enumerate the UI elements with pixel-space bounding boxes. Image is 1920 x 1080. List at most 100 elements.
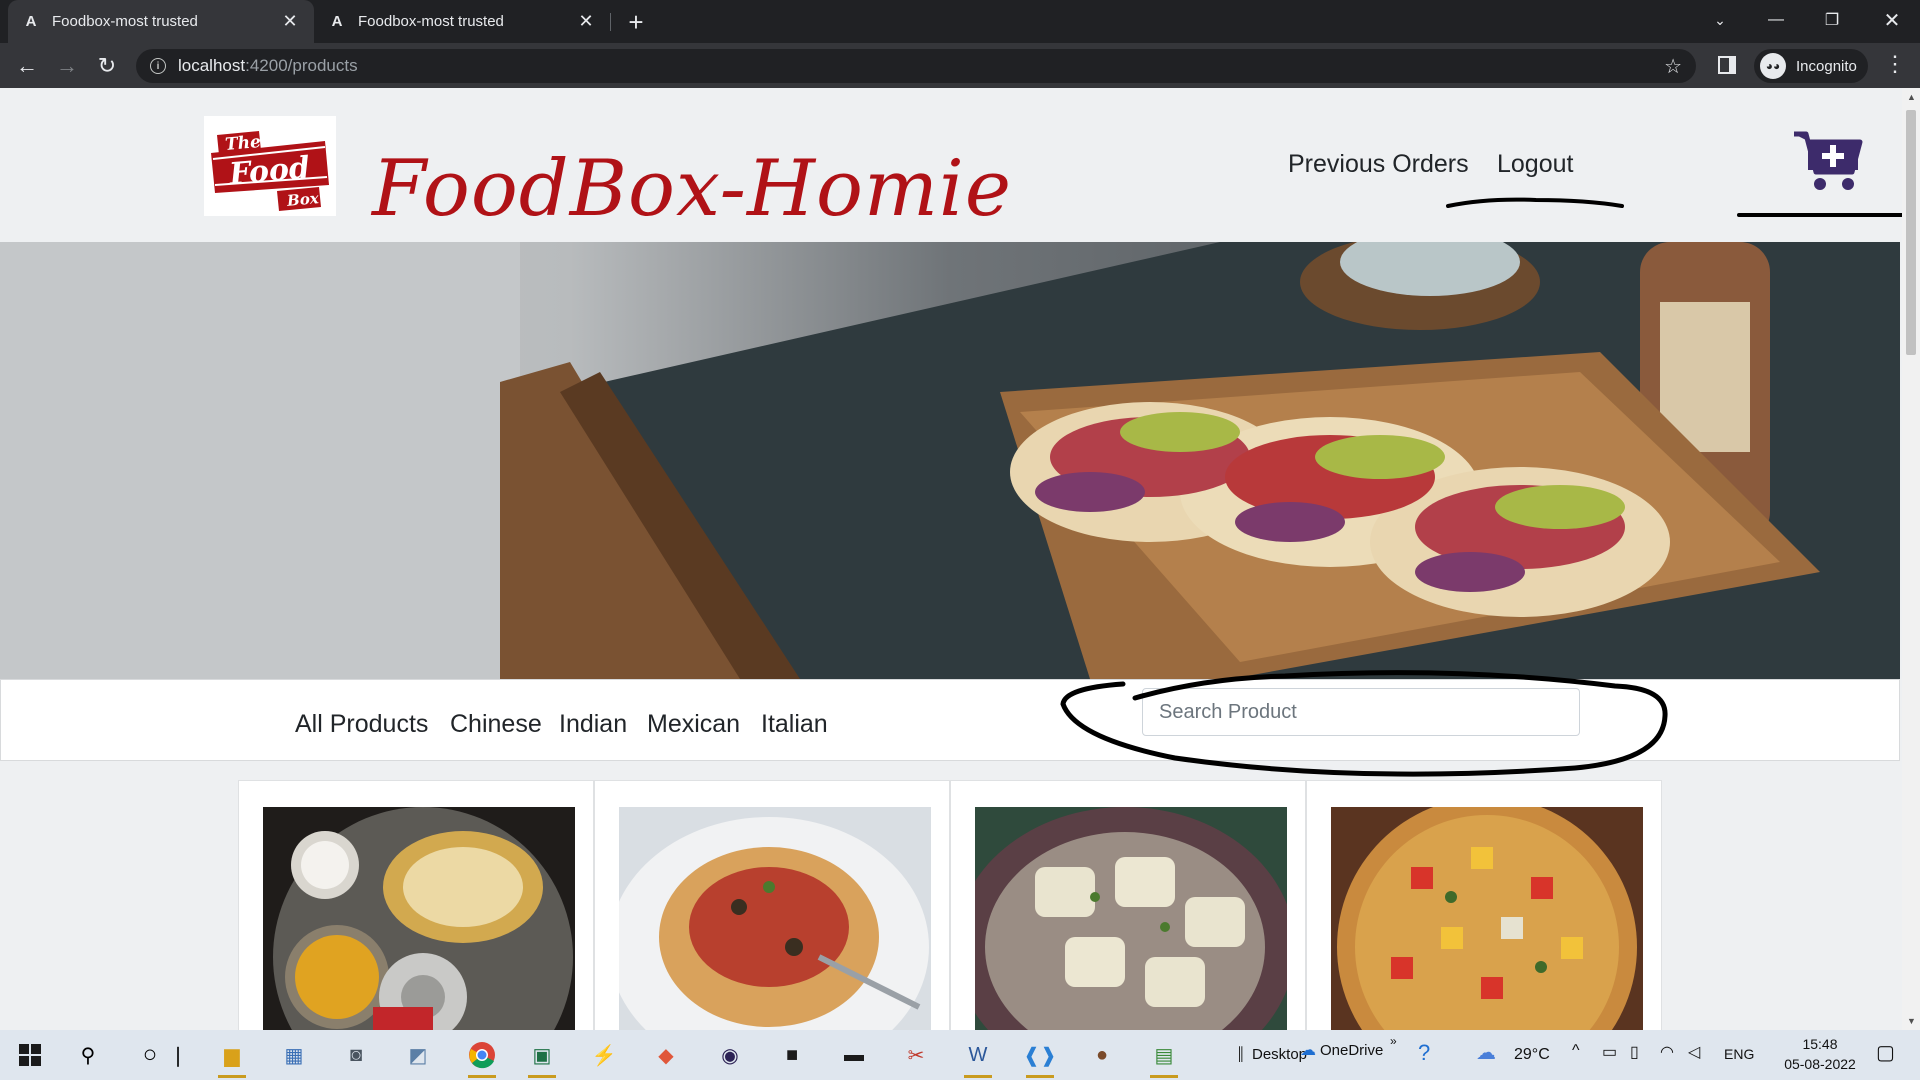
cart-annotation-underline xyxy=(1737,213,1910,217)
close-icon[interactable]: ✕ xyxy=(280,11,300,32)
eclipse-icon[interactable]: ◉ xyxy=(712,1038,748,1072)
word-icon[interactable]: W xyxy=(960,1038,996,1078)
chrome-icon[interactable] xyxy=(464,1038,500,1078)
power-automate-icon[interactable]: ⚡ xyxy=(586,1038,622,1072)
category-chinese[interactable]: Chinese xyxy=(450,710,542,739)
scrollbar-thumb[interactable] xyxy=(1906,110,1916,355)
url-host: localhost xyxy=(178,56,246,75)
url-path: :4200/products xyxy=(245,56,358,75)
bookmark-star-icon[interactable]: ☆ xyxy=(1664,54,1682,79)
search-annotation-circle xyxy=(1060,670,1668,777)
browser-tab-active[interactable]: A Foodbox-most trusted ✕ xyxy=(8,0,314,43)
scroll-up-arrow-icon[interactable]: ▲ xyxy=(1907,92,1916,102)
previous-orders-link[interactable]: Previous Orders xyxy=(1288,150,1469,179)
terminal-icon[interactable]: ■ xyxy=(774,1038,810,1072)
foodbox-logo-graphic: The Food Box xyxy=(211,131,329,211)
notification-icon[interactable]: ▢ xyxy=(1876,1040,1895,1065)
image-editor-icon[interactable]: ▤ xyxy=(1146,1038,1182,1078)
product-card[interactable] xyxy=(238,780,594,1030)
windows-taskbar: ⚲ ○ ❘ ▆ ▦ ◙ ◩ ▣ ⚡ ◆ ◉ ■ ▬ ✂ W ❰❱ ● ▤ ║ D… xyxy=(0,1030,1920,1080)
tab-title: Foodbox-most trusted xyxy=(358,13,504,30)
ravioli-image[interactable] xyxy=(975,807,1287,1030)
page-viewport: The Food Box FoodBox-Homie Previous Orde… xyxy=(0,88,1920,1030)
chevron-up-icon[interactable]: ^ xyxy=(1572,1042,1580,1060)
product-card[interactable] xyxy=(1306,780,1662,1030)
browser-tab-strip: A Foodbox-most trusted ✕ A Foodbox-most … xyxy=(0,0,1920,43)
desktop-toolbar-label[interactable]: Desktop xyxy=(1252,1046,1307,1063)
product-card[interactable] xyxy=(594,780,950,1030)
category-italian[interactable]: Italian xyxy=(761,710,828,739)
logo-text-food: Food xyxy=(227,150,311,192)
browser-tab[interactable]: A Foodbox-most trusted ✕ xyxy=(314,0,610,43)
toolbar-overflow-icon[interactable]: » xyxy=(1390,1034,1397,1048)
add-to-cart-icon[interactable] xyxy=(1792,128,1864,194)
pizza-image[interactable] xyxy=(1331,807,1643,1030)
volume-icon[interactable]: ◁ xyxy=(1688,1042,1700,1062)
onedrive-label[interactable]: OneDrive xyxy=(1320,1042,1383,1059)
new-tab-button[interactable]: + xyxy=(622,7,650,37)
info-icon[interactable]: i xyxy=(150,58,166,74)
excel-icon[interactable]: ▣ xyxy=(524,1038,560,1078)
tab-title: Foodbox-most trusted xyxy=(52,13,198,30)
back-button[interactable]: ← xyxy=(12,51,42,81)
close-window-button[interactable]: ✕ xyxy=(1864,0,1920,40)
calculator-icon[interactable]: ▦ xyxy=(276,1038,312,1072)
spaghetti-image[interactable] xyxy=(619,807,931,1030)
search-icon[interactable]: ⚲ xyxy=(70,1038,106,1072)
product-card[interactable] xyxy=(950,780,1306,1030)
site-header: The Food Box FoodBox-Homie Previous Orde… xyxy=(0,88,1910,242)
angular-icon: A xyxy=(25,13,37,30)
foodbox-logo[interactable]: The Food Box xyxy=(204,116,336,216)
category-indian[interactable]: Indian xyxy=(559,710,627,739)
logout-annotation-underline xyxy=(1446,197,1624,208)
tab-search-icon[interactable]: ⌄ xyxy=(1692,0,1748,40)
file-explorer-icon[interactable]: ▆ xyxy=(214,1038,250,1078)
help-icon[interactable]: ? xyxy=(1418,1040,1430,1066)
vscode-icon[interactable]: ❰❱ xyxy=(1022,1038,1058,1078)
browser-toolbar: ← → ↻ i localhost:4200/products ☆ ◕◕ Inc… xyxy=(0,43,1920,88)
scroll-down-arrow-icon[interactable]: ▼ xyxy=(1907,1016,1916,1026)
logo-text-box: Box xyxy=(285,189,320,210)
address-bar[interactable]: i localhost:4200/products ☆ xyxy=(136,49,1696,83)
cortana-icon[interactable]: ○ xyxy=(132,1038,168,1072)
task-view-icon[interactable]: ❘ xyxy=(170,1038,187,1072)
tacos-photo xyxy=(0,242,1900,679)
category-mexican[interactable]: Mexican xyxy=(647,710,740,739)
app-diamond-icon[interactable]: ◆ xyxy=(648,1038,684,1072)
language-indicator[interactable]: ENG xyxy=(1724,1046,1754,1062)
side-panel-icon[interactable] xyxy=(1718,56,1736,74)
logo-text-the: The xyxy=(224,132,262,155)
notes-icon[interactable]: ◩ xyxy=(400,1038,436,1072)
mysql-icon[interactable]: ▬ xyxy=(836,1038,872,1072)
indian-thali-image[interactable] xyxy=(263,807,575,1030)
menu-kebab-icon[interactable]: ⋮ xyxy=(1880,51,1910,77)
snipping-tool-icon[interactable]: ✂ xyxy=(898,1038,934,1072)
incognito-label: Incognito xyxy=(1796,57,1857,75)
wifi-icon[interactable]: ◠ xyxy=(1660,1042,1674,1062)
weather-icon[interactable]: ☁ xyxy=(1476,1040,1496,1065)
tab-divider xyxy=(610,13,611,31)
battery-icon[interactable]: ▭ xyxy=(1602,1042,1617,1062)
close-icon[interactable]: ✕ xyxy=(576,11,596,32)
logout-link[interactable]: Logout xyxy=(1497,150,1573,179)
page-scrollbar[interactable]: ▲ ▼ xyxy=(1902,88,1920,1030)
clock-date[interactable]: 05-08-2022 xyxy=(1778,1056,1862,1072)
desktop-divider: ║ xyxy=(1236,1046,1246,1061)
weather-temperature[interactable]: 29°C xyxy=(1514,1046,1550,1064)
category-all-products[interactable]: All Products xyxy=(295,710,428,739)
onedrive-cloud-icon: ☁ xyxy=(1300,1042,1316,1059)
brand-title: FoodBox-Homie xyxy=(372,144,1013,234)
minimize-button[interactable]: — xyxy=(1748,0,1804,40)
clock-time[interactable]: 15:48 xyxy=(1788,1036,1852,1052)
app-badge-icon[interactable]: ● xyxy=(1084,1038,1120,1072)
restore-button[interactable]: ❐ xyxy=(1804,0,1860,40)
incognito-profile-button[interactable]: ◕◕ Incognito xyxy=(1754,49,1868,83)
reload-button[interactable]: ↻ xyxy=(92,51,122,81)
hero-banner-image xyxy=(0,242,1900,679)
forward-button[interactable]: → xyxy=(52,51,82,81)
device-icon[interactable]: ▯ xyxy=(1630,1042,1639,1062)
incognito-icon: ◕◕ xyxy=(1760,53,1786,79)
camera-icon[interactable]: ◙ xyxy=(338,1038,374,1072)
angular-icon: A xyxy=(331,13,343,30)
windows-start-icon[interactable] xyxy=(12,1038,48,1072)
